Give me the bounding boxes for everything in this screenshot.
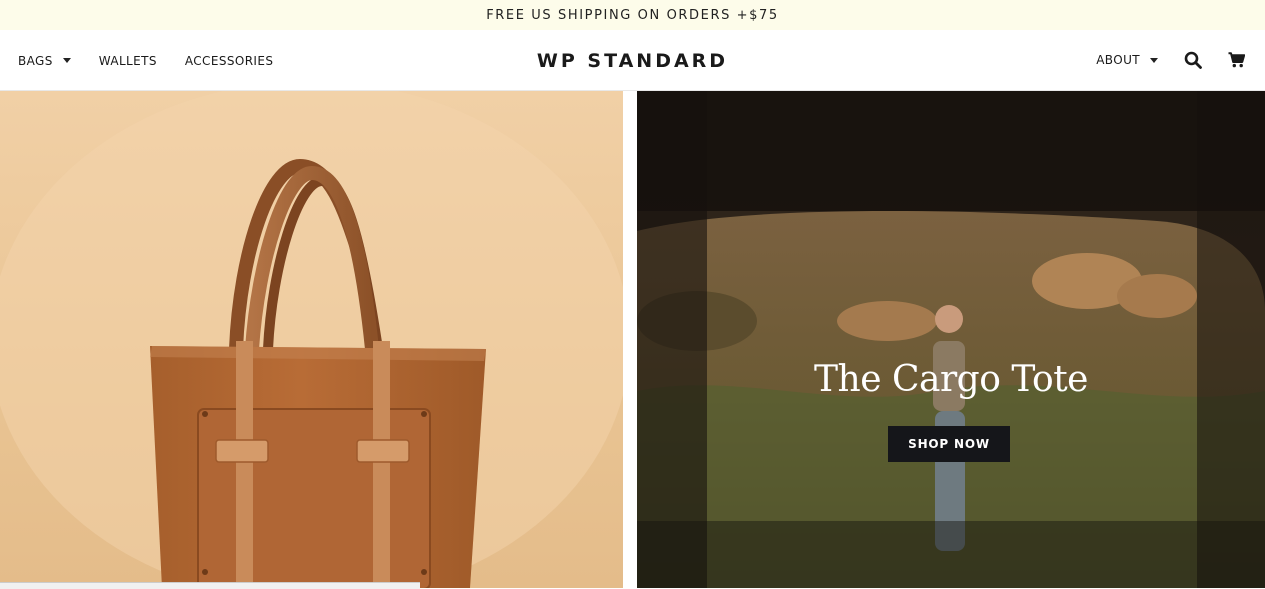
panel-divider [623, 91, 637, 588]
chevron-down-icon [1150, 57, 1158, 63]
nav-left: BAGS WALLETS ACCESSORIES [18, 30, 273, 91]
shop-now-label: SHOP NOW [908, 437, 990, 451]
cart-icon [1228, 52, 1245, 68]
top-nav: BAGS WALLETS ACCESSORIES WP STANDARD ABO… [0, 30, 1265, 91]
chevron-down-icon [62, 58, 71, 63]
hero-section: The Cargo Tote SHOP NOW [0, 91, 1265, 588]
desert-scene-illustration [637, 91, 1265, 588]
nav-item-wallets[interactable]: WALLETS [99, 54, 157, 68]
cargo-tote-hero-image[interactable]: The Cargo Tote SHOP NOW [637, 91, 1265, 588]
cart-button[interactable] [1228, 52, 1245, 68]
nav-item-about[interactable]: ABOUT [1096, 53, 1158, 67]
nav-item-about-label: ABOUT [1096, 53, 1140, 67]
shop-now-button[interactable]: SHOP NOW [888, 426, 1010, 462]
search-button[interactable] [1184, 51, 1202, 69]
hero-title: The Cargo Tote [814, 359, 1089, 400]
nav-right: ABOUT [1096, 30, 1245, 90]
announcement-bar: FREE US SHIPPING ON ORDERS +$75 [0, 0, 1265, 30]
nav-item-bags[interactable]: BAGS [18, 54, 71, 68]
nav-item-bags-label: BAGS [18, 53, 53, 68]
announcement-text: FREE US SHIPPING ON ORDERS +$75 [486, 7, 779, 23]
tote-product-image[interactable] [0, 91, 623, 588]
nav-item-wallets-label: WALLETS [98, 53, 157, 68]
search-icon [1184, 51, 1202, 69]
logo-text: WP STANDARD [536, 49, 729, 72]
nav-item-accessories-label: ACCESSORIES [184, 53, 274, 68]
tote-bag-illustration [0, 91, 623, 588]
nav-item-accessories[interactable]: ACCESSORIES [185, 54, 274, 68]
